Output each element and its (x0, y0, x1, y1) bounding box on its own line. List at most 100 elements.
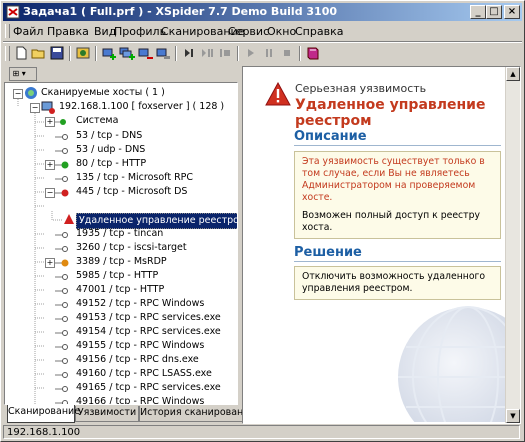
scroll-down-arrow[interactable]: ▼ (506, 409, 520, 423)
tree-port-item[interactable]: 5985 / tcp - HTTP (76, 269, 158, 283)
vuln-red-icon (64, 214, 74, 224)
book-icon[interactable] (305, 45, 321, 61)
expand-toggle[interactable]: − (30, 103, 40, 113)
toolbar-grip[interactable] (5, 46, 10, 61)
port-connector-icon (55, 344, 68, 350)
tree-port-item[interactable]: 49166 / tcp - RPC Windows (76, 395, 204, 404)
menu-edit[interactable]: Правка (47, 25, 89, 38)
severity-label: Серьезная уязвимость (295, 82, 427, 95)
menu-help[interactable]: Справка (295, 25, 343, 38)
tree-port-item[interactable]: 1935 / tcp - tincan (76, 227, 163, 241)
tree-port-item[interactable]: 445 / tcp - Microsoft DS (76, 185, 187, 199)
expand-toggle[interactable]: + (45, 117, 55, 127)
tree-root-label[interactable]: Сканируемые хосты ( 1 ) (41, 86, 165, 100)
solution-heading: Решение (294, 245, 362, 260)
toolbar-separator (237, 46, 239, 61)
expand-toggle[interactable]: + (45, 258, 55, 268)
toolbar-separator (95, 46, 97, 61)
add-host-icon[interactable] (101, 45, 117, 61)
menu-profile[interactable]: Профиль (114, 25, 166, 38)
tree-port-item[interactable]: 3389 / tcp - MsRDP (76, 255, 167, 269)
tree-options-dropdown[interactable]: ⊞ ▾ (9, 67, 37, 81)
description-heading: Описание (294, 129, 367, 144)
tree-port-item[interactable]: 49165 / tcp - RPC services.exe (76, 381, 221, 395)
tree-system-label[interactable]: Система (76, 114, 118, 128)
port-connector-icon (55, 176, 68, 182)
profile-icon[interactable] (75, 45, 91, 61)
green-bullet-icon (55, 161, 69, 169)
scroll-up-arrow[interactable]: ▲ (506, 67, 520, 81)
stop-step-icon[interactable] (217, 45, 233, 61)
stop-icon[interactable] (279, 45, 295, 61)
port-connector-icon (55, 148, 68, 154)
port-connector-icon (55, 330, 68, 336)
vuln-name: Удаленное управление реестром (295, 97, 486, 129)
tree-port-item[interactable]: 49160 / tcp - RPC LSASS.exe (76, 367, 212, 381)
status-ip: 192.168.1.100 (3, 425, 520, 439)
tree-port-item[interactable]: 80 / tcp - HTTP (76, 157, 146, 171)
expand-toggle[interactable]: − (13, 89, 23, 99)
tab-vulnerabilities[interactable]: Уязвимости (75, 406, 139, 422)
save-disk-icon[interactable] (49, 45, 65, 61)
tab-scan[interactable]: Сканирование (7, 405, 80, 423)
tree-toolbar: ⊞ ▾ (4, 66, 238, 81)
step-all-icon[interactable] (199, 45, 215, 61)
expand-toggle[interactable]: − (45, 188, 55, 198)
minimize-button[interactable]: _ (470, 5, 486, 19)
tree-port-item[interactable]: 49154 / tcp - RPC services.exe (76, 325, 221, 339)
description-warning: Эта уязвимость существует только в том с… (302, 156, 485, 203)
port-connector-icon (55, 316, 68, 322)
menu-grip[interactable] (5, 24, 10, 38)
host-computer-icon (41, 101, 55, 114)
tree-port-item[interactable]: 49156 / tcp - RPC dns.exe (76, 353, 199, 367)
port-connector-icon (55, 288, 68, 294)
close-button[interactable]: × (504, 5, 520, 19)
port-connector-icon (55, 232, 68, 238)
toolbar-separator (299, 46, 301, 61)
solution-divider (294, 261, 501, 262)
title-bar[interactable]: Задача1 ( Full.prf ) - XSpider 7.7 Demo … (3, 3, 522, 21)
status-bar: 192.168.1.100 (3, 425, 522, 440)
menu-view[interactable]: Вид (94, 25, 116, 38)
port-connector-icon (55, 386, 68, 392)
menu-bar: Файл Правка Вид Профиль Сканирование Сер… (3, 22, 522, 40)
tree-port-item[interactable]: 49152 / tcp - RPC Windows (76, 297, 204, 311)
pause-icon[interactable] (261, 45, 277, 61)
expand-toggle[interactable]: + (45, 160, 55, 170)
tree-port-item[interactable]: 49153 / tcp - RPC services.exe (76, 311, 221, 325)
globe-watermark (398, 306, 513, 422)
port-connector-icon (55, 274, 68, 280)
scan-tree[interactable]: − Сканируемые хосты ( 1 ) − 192.168.1.10… (4, 82, 238, 405)
window-title: Задача1 ( Full.prf ) - XSpider 7.7 Demo … (23, 5, 338, 18)
scan-tree-pane: ⊞ ▾ − Сканируемые хосты ( 1 ) − 192.168.… (4, 66, 238, 405)
toolbar-separator (69, 46, 71, 61)
host-settings-icon[interactable] (155, 45, 171, 61)
menu-service[interactable]: Сервис (228, 25, 269, 38)
tree-port-item[interactable]: 47001 / tcp - HTTP (76, 283, 164, 297)
xspider-app-icon (6, 5, 20, 19)
tree-port-item[interactable]: 53 / udp - DNS (76, 143, 145, 157)
tree-port-item[interactable]: 53 / tcp - DNS (76, 129, 142, 143)
orange-bullet-icon (55, 259, 69, 267)
green-bullet-icon (55, 119, 66, 125)
menu-file[interactable]: Файл (13, 25, 43, 38)
main-toolbar (3, 41, 522, 64)
main-window: Задача1 ( Full.prf ) - XSpider 7.7 Demo … (0, 0, 525, 442)
tree-port-item[interactable]: 135 / tcp - Microsoft RPC (76, 171, 193, 185)
start-icon[interactable] (243, 45, 259, 61)
tree-port-item[interactable]: 49155 / tcp - RPC Windows (76, 339, 204, 353)
tree-port-item[interactable]: 3260 / tcp - iscsi-target (76, 241, 187, 255)
open-folder-icon[interactable] (31, 45, 47, 61)
maximize-button[interactable]: □ (486, 5, 502, 19)
description-text: Возможен полный доступ к реестру хоста. (302, 210, 480, 233)
step-icon[interactable] (181, 45, 197, 61)
tab-scan-history[interactable]: История сканирований (139, 406, 256, 422)
remove-host-icon[interactable] (137, 45, 153, 61)
new-doc-icon[interactable] (13, 45, 29, 61)
add-hosts-icon[interactable] (119, 45, 135, 61)
detail-scrollbar[interactable]: ▲ ▼ (505, 67, 520, 423)
warning-triangle-icon (265, 82, 291, 106)
tree-host-label[interactable]: 192.168.1.100 [ foxserver ] ( 128 ) (59, 100, 224, 114)
menu-window[interactable]: Окно (267, 25, 296, 38)
red-bullet-icon (55, 189, 69, 197)
